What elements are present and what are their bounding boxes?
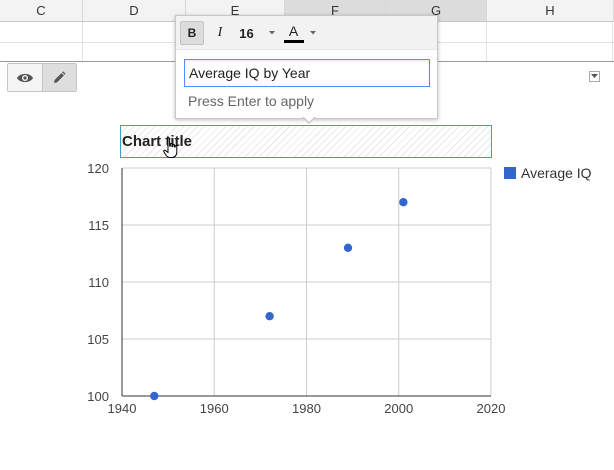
font-size-dropdown[interactable]: 16 <box>234 21 280 45</box>
x-tick-label: 1960 <box>200 401 229 416</box>
font-size-value: 16 <box>239 25 254 41</box>
chevron-down-icon <box>268 31 275 35</box>
apply-hint: Press Enter to apply <box>188 93 315 109</box>
text-color-swatch <box>283 40 304 43</box>
text-color-dropdown[interactable]: A <box>279 21 319 45</box>
chart-grid <box>121 167 492 397</box>
x-tick-label: 1940 <box>108 401 137 416</box>
chart-legend[interactable]: Average IQ <box>504 165 592 181</box>
chart-title: Chart title <box>122 133 193 150</box>
y-tick-label: 110 <box>88 275 109 290</box>
y-tick-label: 100 <box>87 389 109 404</box>
x-tick-label: 2000 <box>384 401 413 416</box>
title-edit-popup: B I 16 A Average IQ by Year Press Enter … <box>175 15 438 119</box>
x-tick-label: 1980 <box>292 401 321 416</box>
chart-title-input[interactable]: Average IQ by Year <box>184 59 430 87</box>
chart-points <box>150 198 408 401</box>
x-tick-label: 2020 <box>477 401 506 416</box>
italic-label: I <box>217 25 223 40</box>
popup-pointer <box>303 116 315 122</box>
bold-label: B <box>187 26 197 40</box>
legend-swatch <box>504 167 516 179</box>
hand-cursor-icon <box>163 137 179 164</box>
italic-button[interactable]: I <box>209 21 231 45</box>
data-point <box>343 243 353 252</box>
data-point <box>265 312 274 321</box>
title-format-toolbar: B I 16 A <box>176 16 437 50</box>
y-tick-label: 105 <box>87 332 109 347</box>
text-color-icon: A <box>283 23 305 43</box>
data-point <box>399 198 408 207</box>
y-tick-label: 115 <box>88 218 109 233</box>
bold-button[interactable]: B <box>180 21 204 45</box>
legend-label: Average IQ <box>521 165 592 181</box>
y-tick-label: 120 <box>87 161 109 176</box>
text-color-label: A <box>288 23 299 39</box>
chart-tick-labels: 1940 1960 1980 2000 2020 100 105 110 115 120 <box>87 161 505 416</box>
chevron-down-icon <box>309 31 316 35</box>
data-point <box>150 391 159 401</box>
